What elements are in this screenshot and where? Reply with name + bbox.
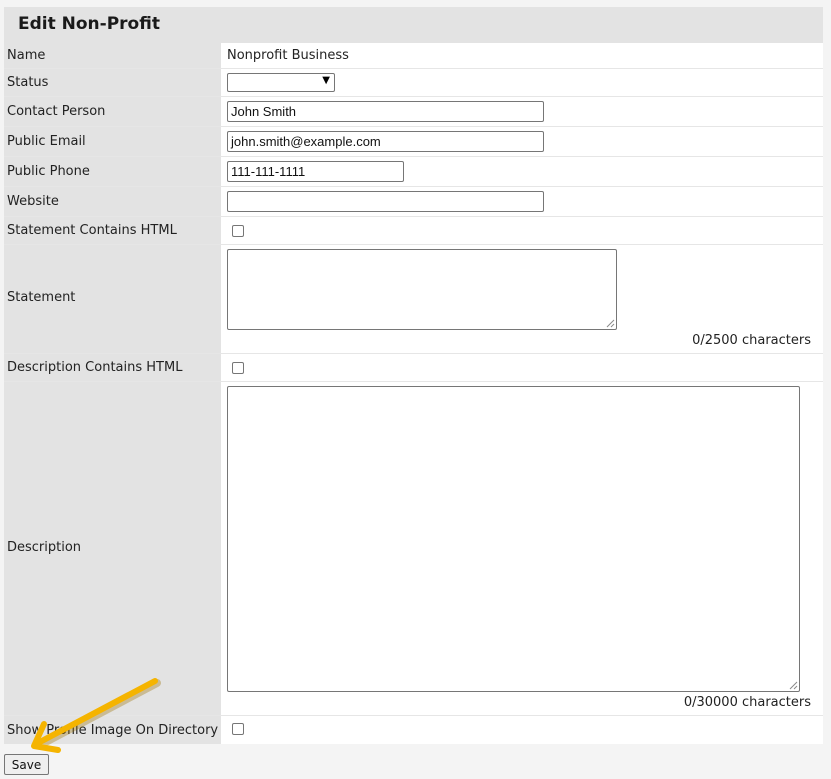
name-label: Name — [7, 48, 46, 63]
name-value: Nonprofit Business — [227, 48, 349, 63]
chevron-down-icon: ▼ — [322, 75, 330, 86]
statement-char-counter: 0/2500 characters — [692, 333, 811, 348]
page-title: Edit Non-Profit — [18, 14, 160, 34]
row-description: Description 0/30000 characters — [4, 382, 823, 716]
description-html-checkbox[interactable] — [232, 362, 244, 374]
statement-label: Statement — [7, 290, 76, 305]
row-public-email: Public Email john.smith@example.com — [4, 127, 823, 157]
panel-header: Edit Non-Profit — [4, 7, 823, 43]
website-label: Website — [7, 194, 59, 209]
resize-handle-icon[interactable] — [789, 681, 798, 690]
description-html-label: Description Contains HTML — [7, 360, 183, 375]
public-email-label: Public Email — [7, 134, 86, 149]
row-statement-html: Statement Contains HTML — [4, 217, 823, 245]
row-name: Name Nonprofit Business — [4, 43, 823, 69]
public-phone-label: Public Phone — [7, 164, 90, 179]
row-website: Website — [4, 187, 823, 217]
resize-handle-icon[interactable] — [606, 319, 615, 328]
contact-person-label: Contact Person — [7, 104, 106, 119]
statement-html-label: Statement Contains HTML — [7, 223, 177, 238]
status-select[interactable]: ▼ — [227, 73, 335, 92]
public-phone-input[interactable]: 111-111-1111 — [227, 161, 404, 182]
public-email-input[interactable]: john.smith@example.com — [227, 131, 544, 152]
edit-nonprofit-panel: Edit Non-Profit Name Nonprofit Business … — [4, 7, 823, 744]
show-profile-image-label: Show Profile Image On Directory — [7, 723, 219, 738]
save-button[interactable]: Save — [4, 754, 49, 775]
row-status: Status ▼ — [4, 69, 823, 97]
contact-person-input[interactable]: John Smith — [227, 101, 544, 122]
status-label: Status — [7, 75, 49, 90]
statement-html-checkbox[interactable] — [232, 225, 244, 237]
show-profile-image-checkbox[interactable] — [232, 723, 244, 735]
description-label: Description — [7, 540, 82, 555]
row-statement: Statement 0/2500 characters — [4, 245, 823, 354]
statement-textarea[interactable] — [227, 249, 617, 330]
description-textarea[interactable] — [227, 386, 800, 692]
description-char-counter: 0/30000 characters — [683, 695, 811, 710]
row-description-html: Description Contains HTML — [4, 354, 823, 382]
website-input[interactable] — [227, 191, 544, 212]
row-public-phone: Public Phone 111-111-1111 — [4, 157, 823, 187]
row-contact-person: Contact Person John Smith — [4, 97, 823, 127]
row-show-profile-image: Show Profile Image On Directory — [4, 716, 823, 744]
